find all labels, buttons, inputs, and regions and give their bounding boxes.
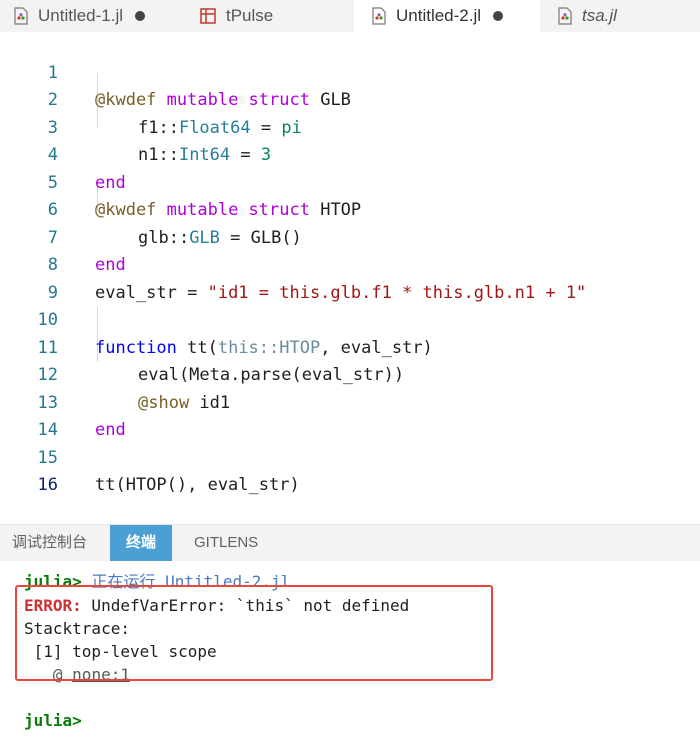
terminal-prompt[interactable]: julia> <box>24 709 82 732</box>
tab-untitled-2[interactable]: Untitled-2.jl <box>354 0 540 32</box>
tab-label: tsa.jl <box>582 6 617 25</box>
code-line: 8 eval_str = "id1 = this.glb.f1 * this.g… <box>0 225 700 303</box>
tab-tpulse[interactable]: tPulse <box>186 0 354 32</box>
code-line: 11 eval(Meta.parse(eval_str)) <box>0 307 700 386</box>
code-line: 14 <box>0 390 700 440</box>
tab-label: tPulse <box>226 6 274 25</box>
editor-tab-bar: Untitled-1.jl tPulse Untitled-2.jl tsa.j… <box>0 0 700 32</box>
julia-file-icon <box>372 7 386 25</box>
code-line: 16 <box>0 445 700 495</box>
code-line: 13 end <box>0 362 700 441</box>
line-number: 16 <box>37 475 58 495</box>
code-line: 3 n1::Int64 = 3 <box>0 87 700 166</box>
code-line: 7 end <box>0 197 700 276</box>
code-editor[interactable]: 1 @kwdef mutable struct GLB 2 f1::Float6… <box>0 32 700 524</box>
tab-untitled-1[interactable]: Untitled-1.jl <box>0 0 186 32</box>
code-line: 12 @show id1 <box>0 335 700 413</box>
tab-terminal[interactable]: 终端 <box>110 525 173 561</box>
code-line: 15 tt(HTOP(), eval_str) <box>0 417 700 496</box>
code-line: 1 @kwdef mutable struct GLB <box>0 32 700 111</box>
code-line: 10 function tt(this::HTOP, eval_str) <box>0 280 700 358</box>
error-highlight-box <box>15 585 493 681</box>
code-line: 2 f1::Float64 = pi <box>0 60 700 138</box>
unsaved-dot-icon[interactable] <box>493 11 504 21</box>
code-line: 9 <box>0 252 700 303</box>
code-line: 5 @kwdef mutable struct HTOP <box>0 142 700 221</box>
tab-label: Untitled-1.jl <box>38 6 124 25</box>
julia-file-icon <box>558 7 572 25</box>
table-icon <box>200 8 216 24</box>
tab-label: Untitled-2.jl <box>396 6 482 25</box>
code-line: 4 end <box>0 115 700 193</box>
code-line: 6 glb::GLB = GLB() <box>0 170 700 248</box>
tab-gitlens[interactable]: GITLENS <box>194 525 258 561</box>
tab-tsa[interactable]: tsa.jl <box>540 0 700 32</box>
unsaved-dot-icon[interactable] <box>135 11 146 21</box>
tab-debug-console[interactable]: 调试控制台 <box>12 525 87 561</box>
panel-tab-bar: 调试控制台 终端 GITLENS <box>0 525 700 561</box>
julia-file-icon <box>14 7 28 25</box>
